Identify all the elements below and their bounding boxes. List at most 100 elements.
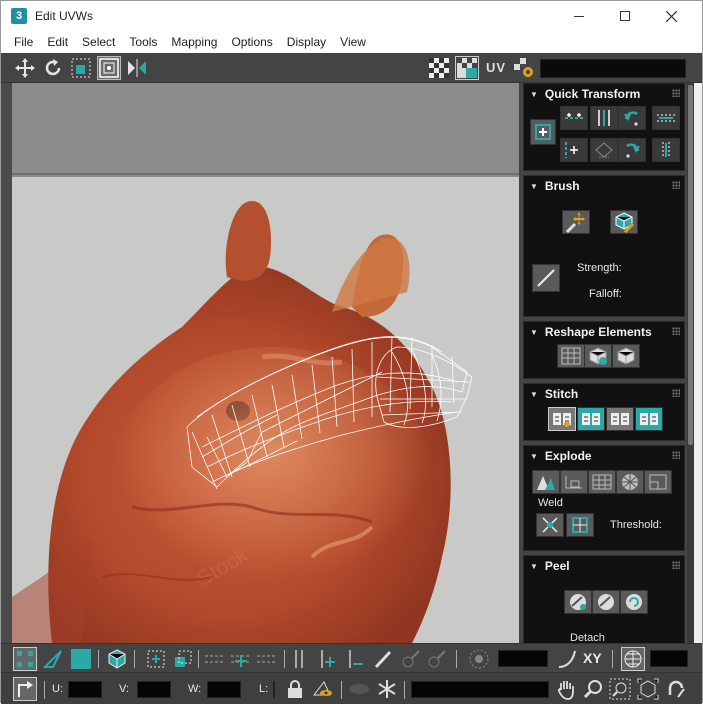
shrink-loop-button[interactable] xyxy=(343,647,367,671)
align-to-edge-button[interactable] xyxy=(590,138,618,162)
soft-select-edge-button[interactable] xyxy=(621,647,645,671)
lock-selection-button[interactable] xyxy=(283,677,307,701)
stitch-to-target-button[interactable] xyxy=(577,407,605,431)
straighten-selection-button[interactable] xyxy=(557,344,585,368)
drag-grip-icon[interactable] xyxy=(672,561,680,569)
freeze-selected-button[interactable] xyxy=(375,677,399,701)
paint-shrink-button[interactable] xyxy=(425,647,449,671)
checker-pattern-button[interactable] xyxy=(427,56,451,80)
rect-select-button[interactable] xyxy=(144,647,168,671)
select-by-loop-button[interactable] xyxy=(171,647,195,671)
tools-panel-scrollbar[interactable] xyxy=(687,83,694,643)
loop-button[interactable] xyxy=(255,647,279,671)
relax-until-flat-button[interactable] xyxy=(584,344,612,368)
paint-move-button[interactable] xyxy=(562,210,590,234)
rotate-ccw-button[interactable] xyxy=(618,106,646,130)
rollout-header-explode[interactable]: ▼ Explode xyxy=(530,449,592,463)
paint-select-button[interactable] xyxy=(371,647,395,671)
edge-mode-button[interactable] xyxy=(41,647,65,671)
flatten-by-polygon-button[interactable] xyxy=(588,470,616,494)
drag-grip-icon[interactable] xyxy=(672,89,680,97)
uv-editor-viewport[interactable]: Stock xyxy=(12,83,519,643)
menu-select[interactable]: Select xyxy=(77,35,120,49)
grow-ring-button[interactable] xyxy=(203,647,227,671)
break-button[interactable] xyxy=(532,470,560,494)
menu-file[interactable]: File xyxy=(9,35,38,49)
u-coordinate-field[interactable] xyxy=(68,681,102,698)
menu-options[interactable]: Options xyxy=(226,35,277,49)
stitch-custom-button[interactable] xyxy=(548,407,576,431)
selection-set-field[interactable] xyxy=(411,681,549,698)
map-channel-dropdown[interactable] xyxy=(540,59,686,78)
falloff-curve-button[interactable] xyxy=(555,647,579,671)
weld-selected-button[interactable] xyxy=(536,513,564,537)
rotate-cw-button[interactable] xyxy=(618,138,646,162)
flatten-by-smoothing-button[interactable] xyxy=(616,470,644,494)
zoom-button[interactable] xyxy=(581,677,605,701)
space-horizontal-button[interactable] xyxy=(652,106,680,130)
polygon-mode-button[interactable] xyxy=(69,647,93,671)
element-mode-button[interactable] xyxy=(105,647,129,671)
brush-stroke-button[interactable] xyxy=(532,264,560,292)
close-button[interactable] xyxy=(648,1,694,31)
align-horizontal-button[interactable] xyxy=(560,106,588,130)
rollout-header-peel[interactable]: ▼ Peel xyxy=(530,559,570,573)
xy-space-label[interactable]: XY xyxy=(583,650,602,666)
flatten-by-material-button[interactable] xyxy=(644,470,672,494)
l-value-field[interactable] xyxy=(273,681,275,698)
uv-settings-button[interactable] xyxy=(512,56,536,80)
grow-loop-button[interactable] xyxy=(315,647,339,671)
rollout-header-quick-transform[interactable]: ▼ Quick Transform xyxy=(530,87,640,101)
drag-grip-icon[interactable] xyxy=(672,389,680,397)
stitch-average-button[interactable] xyxy=(606,407,634,431)
move-button[interactable] xyxy=(13,56,37,80)
menu-edit[interactable]: Edit xyxy=(42,35,73,49)
zoom-region-button[interactable] xyxy=(608,677,632,701)
menu-view[interactable]: View xyxy=(335,35,371,49)
pan-button[interactable] xyxy=(554,677,578,701)
menu-tools[interactable]: Tools xyxy=(124,35,162,49)
detach-edges-button[interactable] xyxy=(560,470,588,494)
align-vertical-button[interactable] xyxy=(590,106,618,130)
rollout-header-reshape-elements[interactable]: ▼ Reshape Elements xyxy=(530,325,652,339)
maximize-button[interactable] xyxy=(602,1,648,31)
falloff-distance-field[interactable] xyxy=(498,650,548,667)
relax-brush-button[interactable] xyxy=(610,210,638,234)
rollout-header-brush[interactable]: ▼ Brush xyxy=(530,179,580,193)
space-vertical-button[interactable] xyxy=(652,138,680,162)
reset-peel-button[interactable] xyxy=(620,590,648,614)
relax-button[interactable] xyxy=(612,344,640,368)
vertex-mode-button[interactable] xyxy=(13,647,37,671)
mirror-button[interactable] xyxy=(125,56,149,80)
shrink-ring-button[interactable] xyxy=(229,647,253,671)
menu-mapping[interactable]: Mapping xyxy=(166,35,222,49)
rollout-header-stitch[interactable]: ▼ Stitch xyxy=(530,387,578,401)
peel-mode-button[interactable] xyxy=(592,590,620,614)
drag-grip-icon[interactable] xyxy=(672,181,680,189)
scale-button[interactable] xyxy=(69,56,93,80)
stitch-to-source-button[interactable] xyxy=(635,407,663,431)
w-coordinate-field[interactable] xyxy=(207,681,241,698)
menu-display[interactable]: Display xyxy=(282,35,331,49)
soft-selection-button[interactable] xyxy=(467,647,491,671)
minimize-button[interactable] xyxy=(556,1,602,31)
paint-grow-button[interactable] xyxy=(399,647,423,671)
checker-map-button[interactable] xyxy=(455,56,479,80)
zoom-extents-button[interactable] xyxy=(636,677,660,701)
edge-distance-field[interactable] xyxy=(650,650,688,667)
drag-grip-icon[interactable] xyxy=(672,451,680,459)
v-coordinate-field[interactable] xyxy=(137,681,171,698)
straighten-button[interactable] xyxy=(560,138,588,162)
scrollbar-thumb[interactable] xyxy=(688,85,693,445)
absolute-offset-toggle[interactable] xyxy=(13,677,37,701)
pivot-button[interactable] xyxy=(530,119,556,145)
quick-peel-button[interactable] xyxy=(564,590,592,614)
rotate-button[interactable] xyxy=(41,56,65,80)
freeform-button[interactable] xyxy=(97,56,121,80)
weld-target-button[interactable] xyxy=(566,513,594,537)
drag-grip-icon[interactable] xyxy=(672,327,680,335)
snap-button[interactable] xyxy=(664,677,688,701)
show-all-button[interactable] xyxy=(347,677,371,701)
hide-selected-button[interactable] xyxy=(311,677,335,701)
loop-vertical-button[interactable] xyxy=(287,647,311,671)
